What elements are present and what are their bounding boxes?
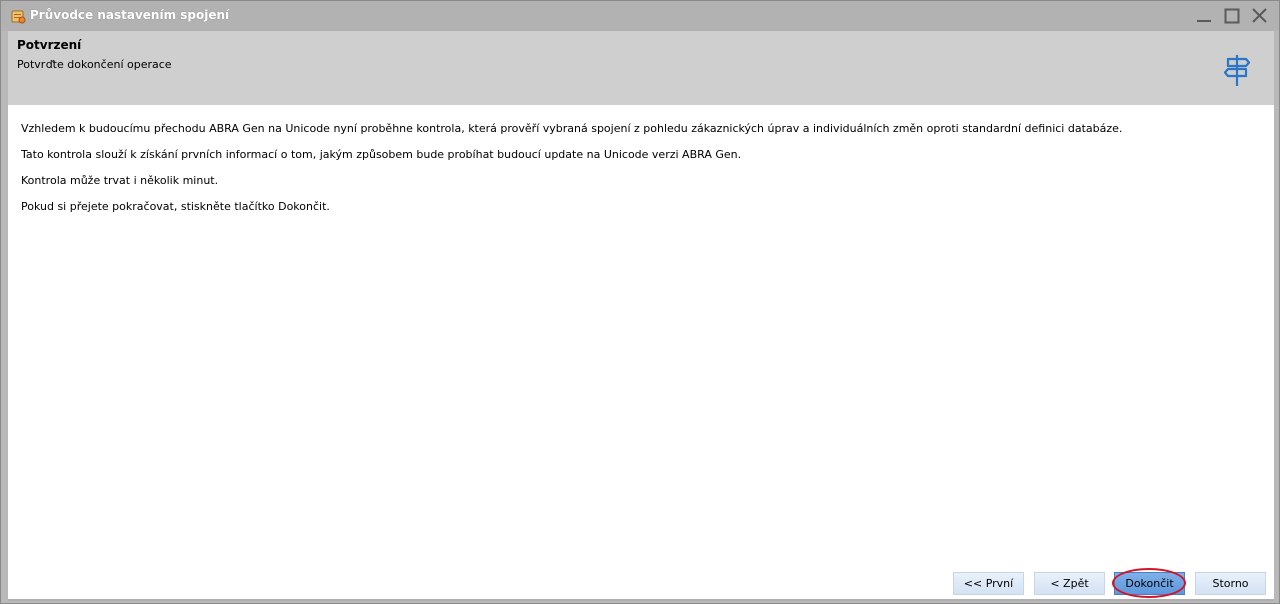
wizard-window: Průvodce nastavením spojení Potvrzení Po… [0,0,1280,604]
title-bar[interactable]: Průvodce nastavením spojení [1,1,1279,31]
page-title: Potvrzení [17,38,82,52]
close-icon[interactable] [1249,6,1271,26]
info-paragraph: Tato kontrola slouží k získání prvních i… [21,148,742,161]
first-button[interactable]: << První [953,572,1024,595]
window-title: Průvodce nastavením spojení [30,8,230,22]
info-paragraph: Pokud si přejete pokračovat, stiskněte t… [21,200,330,213]
info-paragraph: Vzhledem k budoucímu přechodu ABRA Gen n… [21,122,1123,135]
minimize-icon[interactable] [1193,6,1215,26]
info-paragraph: Kontrola může trvat i několik minut. [21,174,219,187]
wizard-content: Vzhledem k budoucímu přechodu ABRA Gen n… [8,105,1274,599]
back-button[interactable]: < Zpět [1034,572,1105,595]
wizard-app-icon [10,8,26,24]
wizard-header: Potvrzení Potvrďte dokončení operace [8,31,1274,105]
window-bottom-edge [8,599,1274,601]
signpost-icon [1222,53,1252,87]
finish-button[interactable]: Dokončit [1114,572,1185,595]
cancel-button[interactable]: Storno [1195,572,1266,595]
maximize-icon[interactable] [1221,6,1243,26]
page-subtitle: Potvrďte dokončení operace [17,58,172,71]
